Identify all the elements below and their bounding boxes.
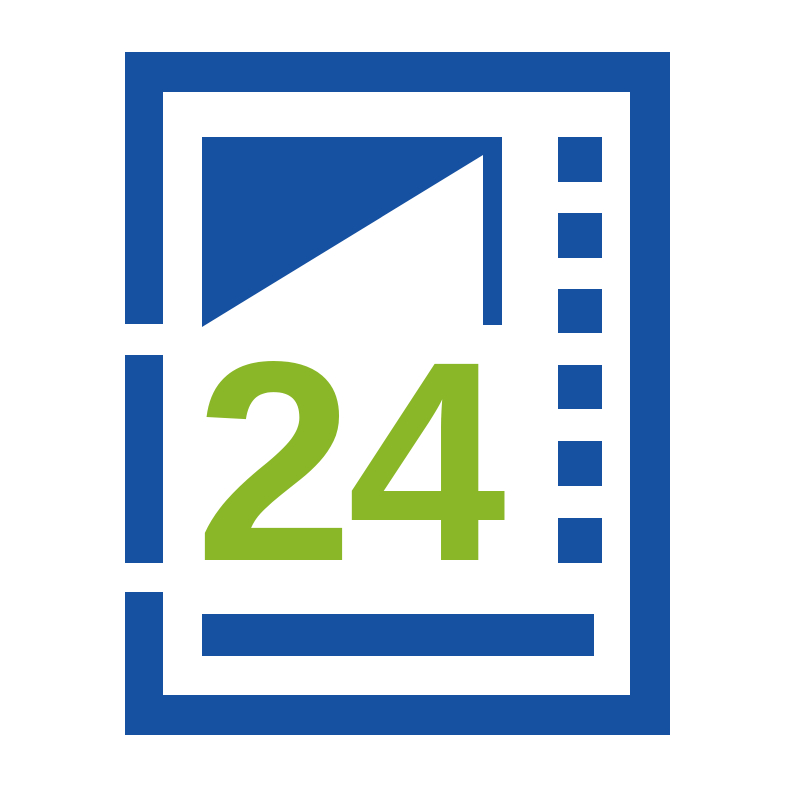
perforation-hole — [558, 441, 602, 486]
image-right-edge — [483, 137, 502, 325]
image-block — [202, 137, 502, 327]
frame-bottom-bar — [125, 695, 670, 735]
logo-canvas: 24 — [0, 0, 800, 800]
logo-number: 24 — [195, 303, 508, 621]
image-triangle — [202, 137, 502, 327]
perforation-hole — [558, 213, 602, 258]
perforation-hole — [558, 137, 602, 182]
frame-top-bar — [125, 52, 670, 92]
frame-left-middle-segment — [125, 355, 163, 563]
film-calendar-24-logo-icon: 24 — [125, 52, 670, 735]
frame-right-bar — [630, 52, 670, 735]
film-perforations — [558, 137, 602, 563]
perforation-hole — [558, 518, 602, 563]
perforation-hole — [558, 289, 602, 333]
frame-left-bottom-segment — [125, 592, 163, 735]
perforation-hole — [558, 365, 602, 409]
frame-left-top-segment — [125, 52, 163, 324]
